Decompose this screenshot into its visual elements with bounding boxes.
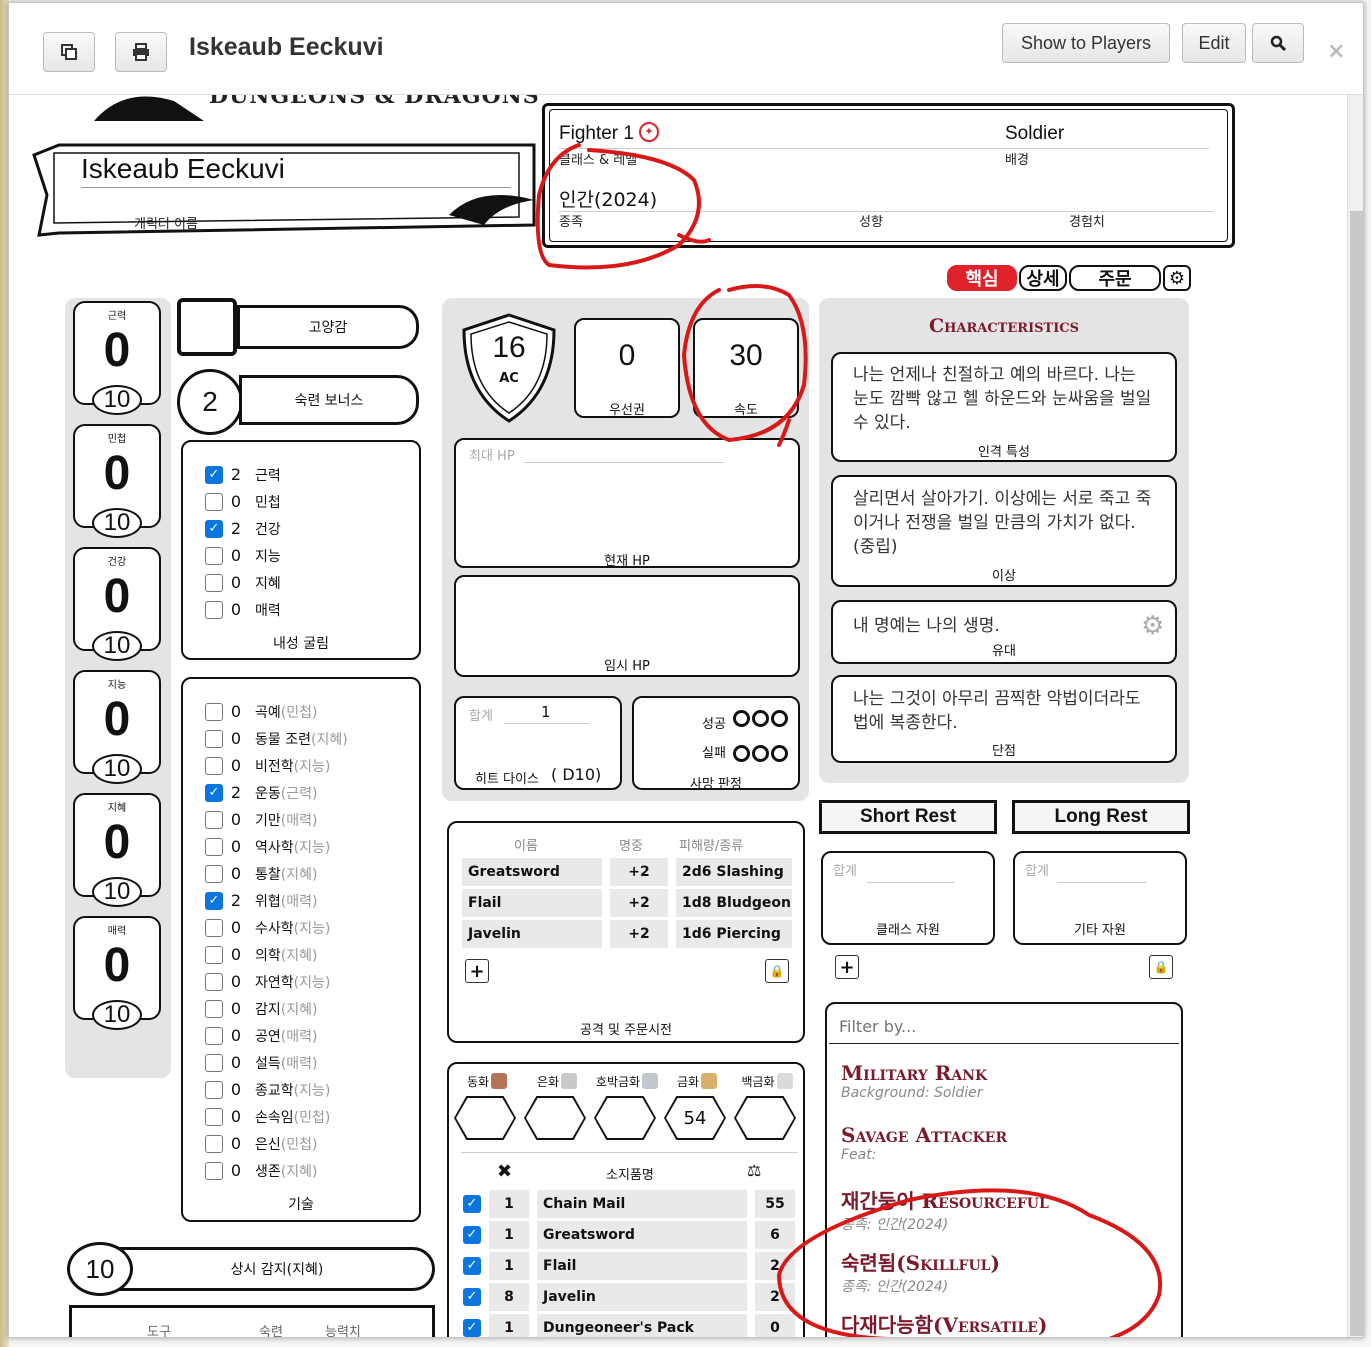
passive-perception-value: 10 bbox=[67, 1242, 133, 1296]
scrollbar-thumb[interactable] bbox=[1350, 211, 1363, 1336]
close-icon[interactable]: × bbox=[1327, 39, 1345, 64]
popout-button[interactable] bbox=[43, 32, 95, 72]
popout-icon bbox=[61, 44, 77, 60]
red-annotation-marks bbox=[535, 143, 1163, 1337]
show-to-players-button[interactable]: Show to Players bbox=[1002, 23, 1170, 63]
race-annotation-circle bbox=[535, 143, 711, 270]
search-icon bbox=[1270, 35, 1286, 51]
search-button[interactable] bbox=[1252, 23, 1304, 63]
speed-annotation-circle bbox=[681, 284, 808, 447]
character-sheet-dialog: Iskeaub Eeckuvi Show to Players Edit × D… bbox=[8, 2, 1364, 1338]
print-button[interactable] bbox=[115, 32, 167, 72]
features-annotation-circle bbox=[776, 1188, 1163, 1337]
edit-button[interactable]: Edit bbox=[1182, 23, 1246, 63]
dialog-titlebar: Iskeaub Eeckuvi Show to Players Edit × bbox=[9, 3, 1363, 95]
character-sheet: DUNGEONS & DRAGONS Iskeaub Eeckuvi 캐릭터 이… bbox=[29, 95, 1347, 1337]
window-title: Iskeaub Eeckuvi bbox=[189, 33, 384, 61]
print-icon bbox=[133, 43, 149, 61]
